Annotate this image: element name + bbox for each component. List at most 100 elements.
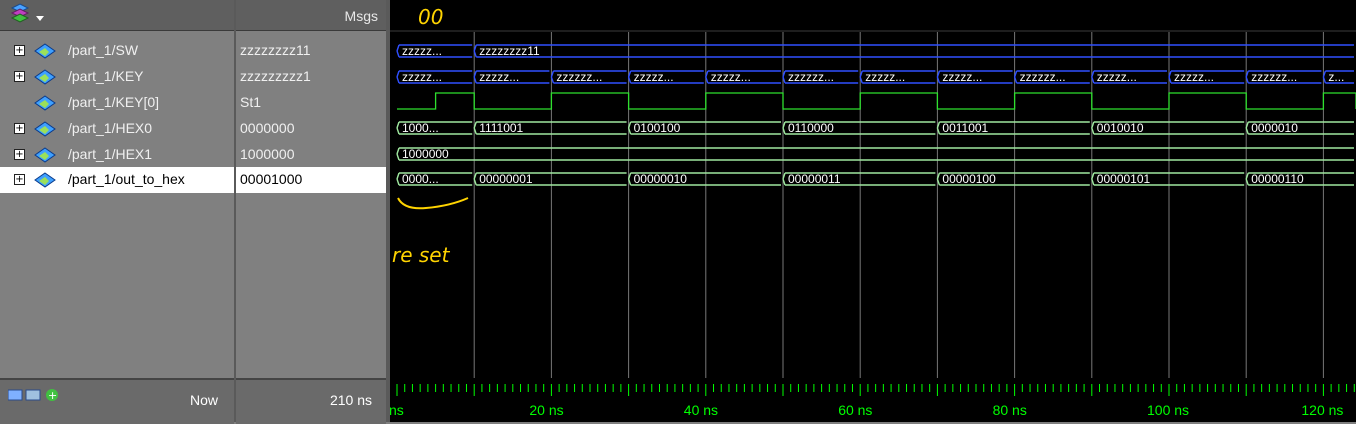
out-to-hex-bus-value-label: 00000010 bbox=[634, 172, 688, 186]
key-bus-value-label: zzzzz... bbox=[865, 70, 905, 84]
waveform-canvas[interactable]: zzzzz... zzzzzzzz11 zzzzz... zzzzz... zzzzzz… bbox=[390, 0, 1356, 422]
key-bus-edge bbox=[396, 76, 400, 84]
signal-icon bbox=[34, 95, 56, 111]
hex1-bus-edge bbox=[396, 153, 400, 161]
waveform-pane[interactable]: zzzzz... zzzzzzzz11 zzzzz... zzzzz... zzzzzz… bbox=[390, 0, 1356, 422]
signal-row[interactable]: + /part_1/KEY bbox=[0, 64, 234, 90]
signal-value: zzzzzzzzz1 bbox=[240, 68, 311, 84]
signal-value-row[interactable]: 1000000 bbox=[236, 142, 386, 168]
out-to-hex-bus-edge bbox=[396, 178, 400, 186]
expand-icon[interactable]: + bbox=[14, 45, 25, 56]
signal-value: 00001000 bbox=[240, 171, 303, 187]
out-to-hex-bus-value-label: 0000... bbox=[402, 172, 439, 186]
expand-icon[interactable]: + bbox=[14, 149, 25, 160]
hex0-bus-edge bbox=[396, 127, 400, 135]
signal-row[interactable]: + /part_1/out_to_hex bbox=[0, 167, 234, 193]
key-bus-value-label: zzzzz... bbox=[634, 70, 674, 84]
key-bus-value-label: zzzzz... bbox=[479, 70, 519, 84]
sw-bus-value-label: zzzzz... bbox=[402, 44, 442, 58]
hex1-bus-value-label: 1000000 bbox=[402, 147, 449, 161]
key-bus-value-label: zzzzz... bbox=[942, 70, 982, 84]
hex0-bus-value-label: 0100100 bbox=[634, 121, 681, 135]
sw-bus-value-label: zzzzzzzz11 bbox=[479, 44, 540, 58]
wave-window: + /part_1/SW + /part_1/KEY/part_1/KEY[0] + /p… bbox=[0, 0, 1356, 424]
signal-row[interactable]: + /part_1/SW bbox=[0, 38, 234, 64]
expand-icon[interactable]: + bbox=[14, 174, 25, 185]
signal-value-row[interactable]: zzzzzzzz11 bbox=[236, 38, 386, 64]
key-bus-value-label: zzzzzz... bbox=[1020, 70, 1066, 84]
signal-row[interactable]: /part_1/KEY[0] bbox=[0, 90, 234, 116]
monitor-icon bbox=[8, 389, 23, 401]
sw-bus-edge bbox=[396, 50, 400, 58]
signal-row[interactable]: + /part_1/HEX0 bbox=[0, 116, 234, 142]
annotation-reset: re set bbox=[392, 243, 451, 267]
key-bus-value-label: zzzzzz... bbox=[1251, 70, 1297, 84]
key-bus-value-label: zzzzzz... bbox=[788, 70, 834, 84]
chevron-down-icon[interactable] bbox=[36, 16, 44, 21]
signal-value-row[interactable]: zzzzzzzzz1 bbox=[236, 64, 386, 90]
signal-names-pane: + /part_1/SW + /part_1/KEY/part_1/KEY[0] + /p… bbox=[0, 0, 234, 424]
key-bus-value-label: zzzzz... bbox=[711, 70, 751, 84]
annotation-brace bbox=[397, 197, 469, 210]
signal-row[interactable]: + /part_1/HEX1 bbox=[0, 142, 234, 168]
expand-icon[interactable]: + bbox=[14, 71, 25, 82]
msgs-header: Msgs bbox=[236, 0, 386, 31]
key-bus-value-label: zzzzzz... bbox=[556, 70, 602, 84]
values-footer: 210 ns bbox=[236, 378, 386, 424]
ruler-tick-label: 60 ns bbox=[838, 402, 872, 418]
signal-name: /part_1/KEY bbox=[68, 68, 144, 84]
signal-value: 0000000 bbox=[240, 120, 295, 136]
hex0-bus-value-label: 0110000 bbox=[788, 121, 834, 135]
ruler-tick-label: ns bbox=[390, 402, 404, 418]
ruler-tick-label: 120 ns bbox=[1301, 402, 1343, 418]
annotation-top: 00 bbox=[418, 5, 443, 29]
bus-icon bbox=[34, 69, 56, 85]
signal-value: St1 bbox=[240, 94, 262, 110]
key-bus-edge bbox=[396, 70, 400, 78]
signal-name: /part_1/HEX0 bbox=[68, 120, 153, 136]
wave-header-strip bbox=[390, 0, 1356, 30]
ruler-tick-label: 100 ns bbox=[1147, 402, 1189, 418]
bus-icon bbox=[34, 147, 56, 163]
key-bus-value-label: z... bbox=[1328, 70, 1344, 84]
out-to-hex-bus-value-label: 00000100 bbox=[942, 172, 996, 186]
signal-name: /part_1/out_to_hex bbox=[68, 171, 185, 187]
bus-icon bbox=[34, 172, 56, 188]
signal-value-row[interactable]: St1 bbox=[236, 90, 386, 116]
signal-value: 1000000 bbox=[240, 146, 295, 162]
toolbar-icons[interactable]: + bbox=[8, 386, 78, 416]
signal-value-row[interactable]: 00001000 bbox=[236, 167, 386, 193]
signal-name: /part_1/KEY[0] bbox=[68, 94, 160, 110]
out-to-hex-bus-value-label: 00000101 bbox=[1097, 172, 1151, 186]
signal-value: zzzzzzzz11 bbox=[240, 42, 311, 58]
signal-value-row[interactable]: 0000000 bbox=[236, 116, 386, 142]
now-value: 210 ns bbox=[329, 392, 372, 408]
out-to-hex-bus-value-label: 00000001 bbox=[479, 172, 533, 186]
bus-icon bbox=[34, 121, 56, 137]
msgs-header-label: Msgs bbox=[344, 8, 378, 24]
signal-name: /part_1/HEX1 bbox=[68, 146, 153, 162]
ruler-tick-label: 80 ns bbox=[993, 402, 1027, 418]
signal-name: /part_1/SW bbox=[68, 42, 139, 58]
hex0-bus-value-label: 0010010 bbox=[1097, 121, 1144, 135]
hex1-bus-edge bbox=[396, 147, 400, 155]
out-to-hex-bus-edge bbox=[396, 172, 400, 180]
hex0-bus-value-label: 0000010 bbox=[1251, 121, 1298, 135]
key-bus-value-label: zzzzz... bbox=[1174, 70, 1214, 84]
hex0-bus-value-label: 0011001 bbox=[942, 121, 988, 135]
key0-waveform bbox=[397, 92, 1356, 110]
ruler-tick-label: 40 ns bbox=[684, 402, 718, 418]
svg-text:+: + bbox=[48, 389, 57, 402]
now-label: Now bbox=[189, 392, 218, 408]
cursor-icon bbox=[25, 389, 41, 401]
names-header bbox=[0, 0, 234, 31]
wave-layers-icon[interactable] bbox=[0, 0, 60, 30]
key-bus-value-label: zzzzz... bbox=[1097, 70, 1137, 84]
key-bus-value-label: zzzzz... bbox=[402, 70, 442, 84]
expand-icon[interactable]: + bbox=[14, 123, 25, 134]
bus-icon bbox=[34, 43, 56, 59]
hex0-bus-edge bbox=[396, 121, 400, 129]
names-footer: + Now bbox=[0, 378, 234, 424]
values-pane: Msgs zzzzzzzz11 zzzzzzzzz1 St1 0000000 10000… bbox=[236, 0, 386, 424]
out-to-hex-bus-value-label: 00000110 bbox=[1251, 172, 1304, 186]
